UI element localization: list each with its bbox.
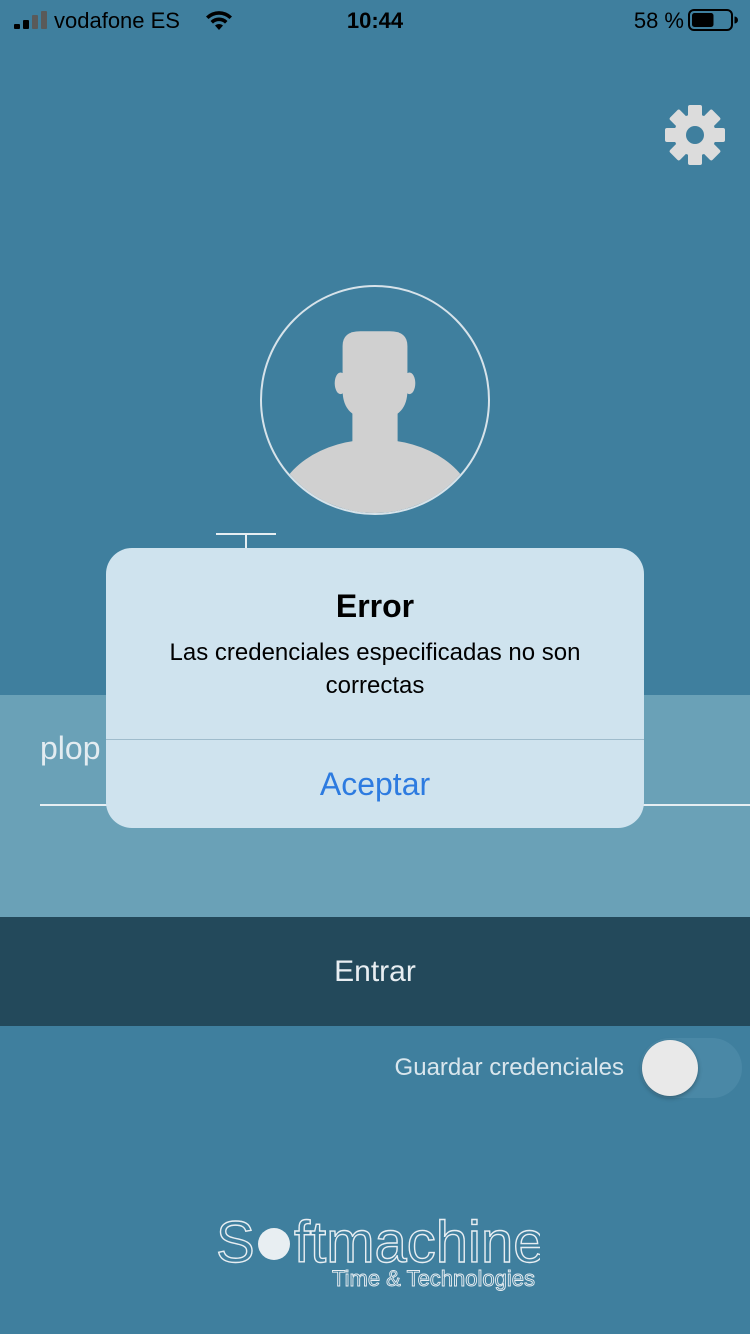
- accept-button-label: Aceptar: [319, 765, 431, 802]
- enter-button-label: Entrar: [334, 954, 416, 988]
- toggle-knob: [642, 1040, 698, 1096]
- username-value[interactable]: plop: [40, 730, 101, 767]
- gear-icon[interactable]: [664, 104, 726, 166]
- enter-button[interactable]: Entrar: [0, 917, 750, 1026]
- status-bar: vodafone ES 10:44 58 %: [0, 0, 750, 40]
- alert-message: Las credenciales especificadas no son co…: [169, 639, 581, 699]
- battery-percent: 58 %: [633, 8, 684, 33]
- save-credentials-label: Guardar credenciales: [394, 1054, 624, 1081]
- svg-text:Time & Technologies: Time & Technologies: [332, 1266, 535, 1291]
- user-silhouette-icon: [276, 331, 474, 513]
- battery-icon: [688, 9, 738, 31]
- accept-button[interactable]: Aceptar: [106, 740, 644, 828]
- save-credentials-toggle[interactable]: [640, 1038, 742, 1098]
- svg-text:S: S: [216, 1210, 255, 1275]
- user-avatar: [260, 285, 490, 515]
- softmachine-logo: S ftmachine Time & Technologies: [215, 1209, 540, 1291]
- alert-title: Error: [335, 588, 415, 624]
- error-alert: Error Las credenciales especificadas no …: [106, 548, 644, 828]
